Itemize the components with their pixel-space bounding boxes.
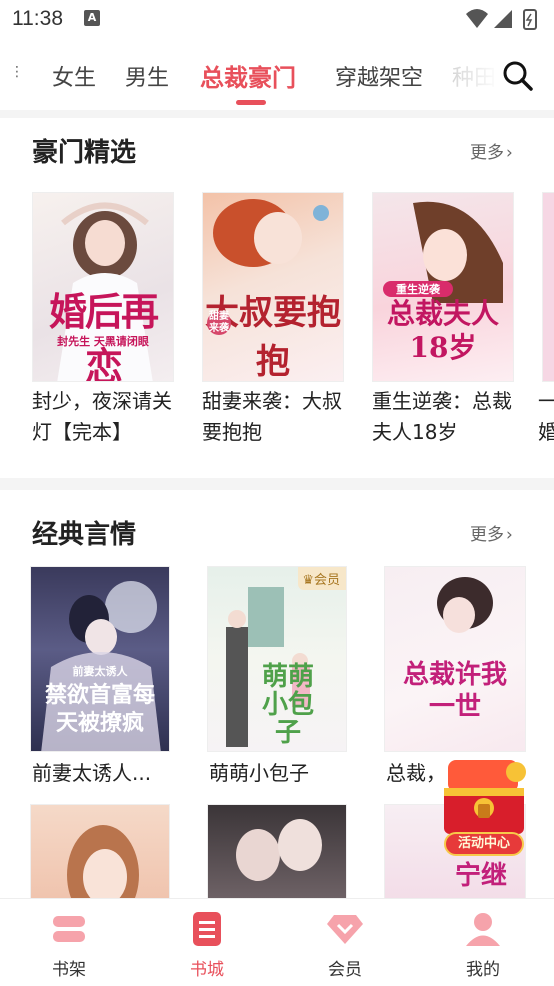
category-tabs: ⋮ 女生 男生 总裁豪门 穿越架空 种田: [0, 38, 554, 110]
bookshelf-icon: [53, 916, 85, 942]
chevron-right-icon: ›: [506, 525, 513, 545]
tab-female[interactable]: 女生: [52, 60, 96, 92]
nav-profile[interactable]: 我的: [414, 899, 552, 986]
cover-art: [67, 825, 139, 899]
book-title[interactable]: 甜妻来袭：大叔要抱抱: [202, 386, 352, 448]
book-cover[interactable]: 婚后再恋 封先生 天黑请闭眼: [32, 192, 174, 382]
cover-art: [236, 819, 322, 881]
book-cover[interactable]: 大叔要抱抱 甜妻来袭: [202, 192, 344, 382]
treasure-chest-icon: [444, 760, 526, 834]
notification-icon: A: [84, 10, 100, 26]
diamond-icon: [327, 915, 363, 944]
book-cover[interactable]: 重生逆袭 总裁夫人18岁: [372, 192, 514, 382]
section-title-featured: 豪门精选: [32, 138, 137, 168]
vip-badge: ♛会员: [298, 567, 346, 590]
book-cover[interactable]: ♛会员 萌萌小包子: [207, 566, 347, 752]
signal-icon: [494, 10, 512, 28]
book-cover[interactable]: 总裁许我一世: [384, 566, 526, 752]
nav-vip[interactable]: 会员: [276, 899, 414, 986]
crown-icon: ♛: [302, 573, 314, 588]
section-title-classic: 经典言情: [32, 520, 137, 550]
status-time: 11:38: [12, 7, 63, 30]
more-link-featured[interactable]: 更多 ›: [470, 138, 513, 163]
chevron-right-icon: ›: [506, 143, 513, 163]
nav-bookshelf[interactable]: 书架: [0, 899, 138, 986]
tab-time-travel[interactable]: 穿越架空: [335, 60, 423, 92]
tab-ceo-romance[interactable]: 总裁豪门: [200, 58, 296, 93]
book-title[interactable]: 重生逆袭：总裁夫人18岁: [372, 386, 522, 448]
bookstore-icon: [193, 912, 221, 946]
nav-bookstore[interactable]: 书城: [138, 899, 276, 986]
status-bar: 11:38 A: [0, 0, 554, 38]
book-title[interactable]: 萌萌小包子: [209, 758, 359, 789]
tab-indicator: [236, 100, 266, 105]
book-title[interactable]: 前妻太诱人...: [32, 758, 182, 789]
wifi-icon: [466, 9, 488, 28]
search-icon[interactable]: [500, 58, 534, 92]
bottom-nav: 书架 书城 会员 我的: [0, 898, 554, 986]
tab-scroll-edge: ⋮: [10, 64, 24, 80]
book-cover[interactable]: [542, 192, 554, 382]
profile-icon: [466, 913, 500, 946]
activity-center-label: 活动中心: [444, 832, 524, 856]
book-title[interactable]: 封少，夜深请关灯【完本】: [32, 386, 182, 448]
book-cover[interactable]: [207, 804, 347, 900]
book-cover[interactable]: 前妻太诱人 禁欲首富每天被撩疯: [30, 566, 170, 752]
activity-center-button[interactable]: 活动中心: [434, 752, 534, 862]
more-link-classic[interactable]: 更多 ›: [470, 520, 513, 545]
tab-male[interactable]: 男生: [125, 60, 169, 92]
book-cover[interactable]: [30, 804, 170, 900]
status-icons: [466, 9, 537, 30]
book-title[interactable]: 一婚: [538, 386, 554, 448]
